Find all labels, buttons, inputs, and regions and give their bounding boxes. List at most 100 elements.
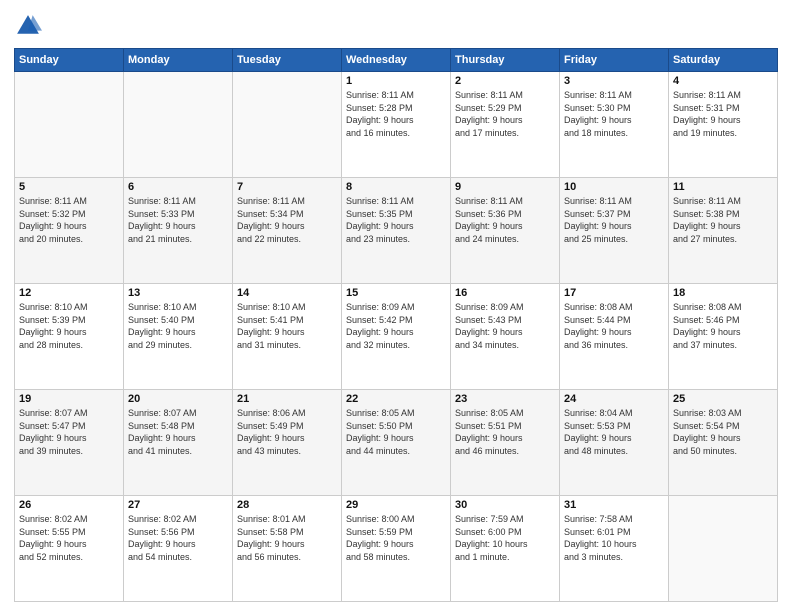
day-info: Sunrise: 8:11 AM Sunset: 5:34 PM Dayligh…: [237, 195, 337, 245]
day-info: Sunrise: 8:11 AM Sunset: 5:30 PM Dayligh…: [564, 89, 664, 139]
weekday-header: Thursday: [451, 49, 560, 72]
day-number: 2: [455, 75, 555, 87]
calendar-cell: 7Sunrise: 8:11 AM Sunset: 5:34 PM Daylig…: [233, 178, 342, 284]
calendar-cell: 31Sunrise: 7:58 AM Sunset: 6:01 PM Dayli…: [560, 496, 669, 602]
day-info: Sunrise: 8:11 AM Sunset: 5:33 PM Dayligh…: [128, 195, 228, 245]
day-number: 25: [673, 393, 773, 405]
day-info: Sunrise: 8:06 AM Sunset: 5:49 PM Dayligh…: [237, 407, 337, 457]
calendar-cell: 6 Sunrise: 8:11 AM Sunset: 5:33 PM Daylig…: [124, 178, 233, 284]
calendar-cell: 27 Sunrise: 8:02 AM Sunset: 5:56 PM Dayli…: [124, 496, 233, 602]
calendar-table: SundayMondayTuesdayWednesdayThursdayFrid…: [14, 48, 778, 602]
calendar-cell: [15, 72, 124, 178]
calendar-cell: 15 Sunrise: 8:09 AM Sunset: 5:42 PM Dayli…: [342, 284, 451, 390]
calendar-cell: 5 Sunrise: 8:11 AM Sunset: 5:32 PM Daylig…: [15, 178, 124, 284]
day-number: 4: [673, 75, 773, 87]
day-info: Sunrise: 8:03 AM Sunset: 5:54 PM Dayligh…: [673, 407, 773, 457]
day-number: 8: [346, 181, 446, 193]
calendar-cell: 16 Sunrise: 8:09 AM Sunset: 5:43 PM Dayli…: [451, 284, 560, 390]
calendar-cell: 1 Sunrise: 8:11 AM Sunset: 5:28 PM Daylig…: [342, 72, 451, 178]
day-info: Sunrise: 7:59 AM Sunset: 6:00 PM Dayligh…: [455, 513, 555, 563]
header: [14, 12, 778, 40]
day-number: 29: [346, 499, 446, 511]
calendar-week-row: 5 Sunrise: 8:11 AM Sunset: 5:32 PM Daylig…: [15, 178, 778, 284]
calendar-cell: [233, 72, 342, 178]
day-number: 6: [128, 181, 228, 193]
day-number: 22: [346, 393, 446, 405]
day-number: 30: [455, 499, 555, 511]
day-info: Sunrise: 8:11 AM Sunset: 5:31 PM Dayligh…: [673, 89, 773, 139]
day-number: 23: [455, 393, 555, 405]
day-info: Sunrise: 8:08 AM Sunset: 5:46 PM Dayligh…: [673, 301, 773, 351]
day-info: Sunrise: 8:05 AM Sunset: 5:51 PM Dayligh…: [455, 407, 555, 457]
day-number: 11: [673, 181, 773, 193]
day-number: 28: [237, 499, 337, 511]
calendar-cell: 12Sunrise: 8:10 AM Sunset: 5:39 PM Dayli…: [15, 284, 124, 390]
calendar-cell: 26 Sunrise: 8:02 AM Sunset: 5:55 PM Dayli…: [15, 496, 124, 602]
calendar-week-row: 12Sunrise: 8:10 AM Sunset: 5:39 PM Dayli…: [15, 284, 778, 390]
weekday-header: Friday: [560, 49, 669, 72]
calendar-cell: 30 Sunrise: 7:59 AM Sunset: 6:00 PM Dayli…: [451, 496, 560, 602]
logo-icon: [14, 12, 42, 40]
weekday-header: Saturday: [669, 49, 778, 72]
day-info: Sunrise: 8:11 AM Sunset: 5:28 PM Dayligh…: [346, 89, 446, 139]
day-number: 12: [19, 287, 119, 299]
day-number: 21: [237, 393, 337, 405]
day-info: Sunrise: 8:11 AM Sunset: 5:37 PM Dayligh…: [564, 195, 664, 245]
day-info: Sunrise: 8:08 AM Sunset: 5:44 PM Dayligh…: [564, 301, 664, 351]
calendar-cell: 20Sunrise: 8:07 AM Sunset: 5:48 PM Dayli…: [124, 390, 233, 496]
day-info: Sunrise: 8:10 AM Sunset: 5:41 PM Dayligh…: [237, 301, 337, 351]
calendar-cell: 4 Sunrise: 8:11 AM Sunset: 5:31 PM Daylig…: [669, 72, 778, 178]
day-number: 16: [455, 287, 555, 299]
page: SundayMondayTuesdayWednesdayThursdayFrid…: [0, 0, 792, 612]
day-info: Sunrise: 8:02 AM Sunset: 5:56 PM Dayligh…: [128, 513, 228, 563]
weekday-header: Wednesday: [342, 49, 451, 72]
day-number: 10: [564, 181, 664, 193]
calendar-cell: 11 Sunrise: 8:11 AM Sunset: 5:38 PM Dayli…: [669, 178, 778, 284]
calendar-cell: [669, 496, 778, 602]
calendar-cell: 25 Sunrise: 8:03 AM Sunset: 5:54 PM Dayli…: [669, 390, 778, 496]
calendar-cell: 21 Sunrise: 8:06 AM Sunset: 5:49 PM Dayli…: [233, 390, 342, 496]
calendar-week-row: 26 Sunrise: 8:02 AM Sunset: 5:55 PM Dayli…: [15, 496, 778, 602]
calendar-cell: 29 Sunrise: 8:00 AM Sunset: 5:59 PM Dayli…: [342, 496, 451, 602]
calendar-cell: 9Sunrise: 8:11 AM Sunset: 5:36 PM Daylig…: [451, 178, 560, 284]
day-number: 14: [237, 287, 337, 299]
day-number: 26: [19, 499, 119, 511]
calendar-cell: 13 Sunrise: 8:10 AM Sunset: 5:40 PM Dayli…: [124, 284, 233, 390]
calendar-cell: [124, 72, 233, 178]
day-number: 27: [128, 499, 228, 511]
day-info: Sunrise: 8:00 AM Sunset: 5:59 PM Dayligh…: [346, 513, 446, 563]
day-number: 18: [673, 287, 773, 299]
day-number: 5: [19, 181, 119, 193]
day-info: Sunrise: 8:11 AM Sunset: 5:35 PM Dayligh…: [346, 195, 446, 245]
day-info: Sunrise: 8:11 AM Sunset: 5:38 PM Dayligh…: [673, 195, 773, 245]
day-info: Sunrise: 8:07 AM Sunset: 5:47 PM Dayligh…: [19, 407, 119, 457]
calendar-cell: 22 Sunrise: 8:05 AM Sunset: 5:50 PM Dayli…: [342, 390, 451, 496]
calendar-cell: 17Sunrise: 8:08 AM Sunset: 5:44 PM Dayli…: [560, 284, 669, 390]
calendar-cell: 23 Sunrise: 8:05 AM Sunset: 5:51 PM Dayli…: [451, 390, 560, 496]
calendar-header-row: SundayMondayTuesdayWednesdayThursdayFrid…: [15, 49, 778, 72]
day-info: Sunrise: 8:09 AM Sunset: 5:43 PM Dayligh…: [455, 301, 555, 351]
weekday-header: Tuesday: [233, 49, 342, 72]
day-info: Sunrise: 8:02 AM Sunset: 5:55 PM Dayligh…: [19, 513, 119, 563]
day-info: Sunrise: 8:05 AM Sunset: 5:50 PM Dayligh…: [346, 407, 446, 457]
calendar-week-row: 1 Sunrise: 8:11 AM Sunset: 5:28 PM Daylig…: [15, 72, 778, 178]
day-number: 1: [346, 75, 446, 87]
calendar-cell: 28Sunrise: 8:01 AM Sunset: 5:58 PM Dayli…: [233, 496, 342, 602]
day-number: 31: [564, 499, 664, 511]
day-number: 15: [346, 287, 446, 299]
day-number: 9: [455, 181, 555, 193]
day-number: 13: [128, 287, 228, 299]
calendar-cell: 3 Sunrise: 8:11 AM Sunset: 5:30 PM Daylig…: [560, 72, 669, 178]
calendar-cell: 14 Sunrise: 8:10 AM Sunset: 5:41 PM Dayli…: [233, 284, 342, 390]
calendar-cell: 2Sunrise: 8:11 AM Sunset: 5:29 PM Daylig…: [451, 72, 560, 178]
calendar-cell: 18 Sunrise: 8:08 AM Sunset: 5:46 PM Dayli…: [669, 284, 778, 390]
day-info: Sunrise: 8:09 AM Sunset: 5:42 PM Dayligh…: [346, 301, 446, 351]
day-info: Sunrise: 8:10 AM Sunset: 5:40 PM Dayligh…: [128, 301, 228, 351]
logo: [14, 12, 46, 40]
day-number: 19: [19, 393, 119, 405]
day-info: Sunrise: 8:04 AM Sunset: 5:53 PM Dayligh…: [564, 407, 664, 457]
day-number: 3: [564, 75, 664, 87]
day-number: 20: [128, 393, 228, 405]
day-info: Sunrise: 8:11 AM Sunset: 5:32 PM Dayligh…: [19, 195, 119, 245]
weekday-header: Monday: [124, 49, 233, 72]
